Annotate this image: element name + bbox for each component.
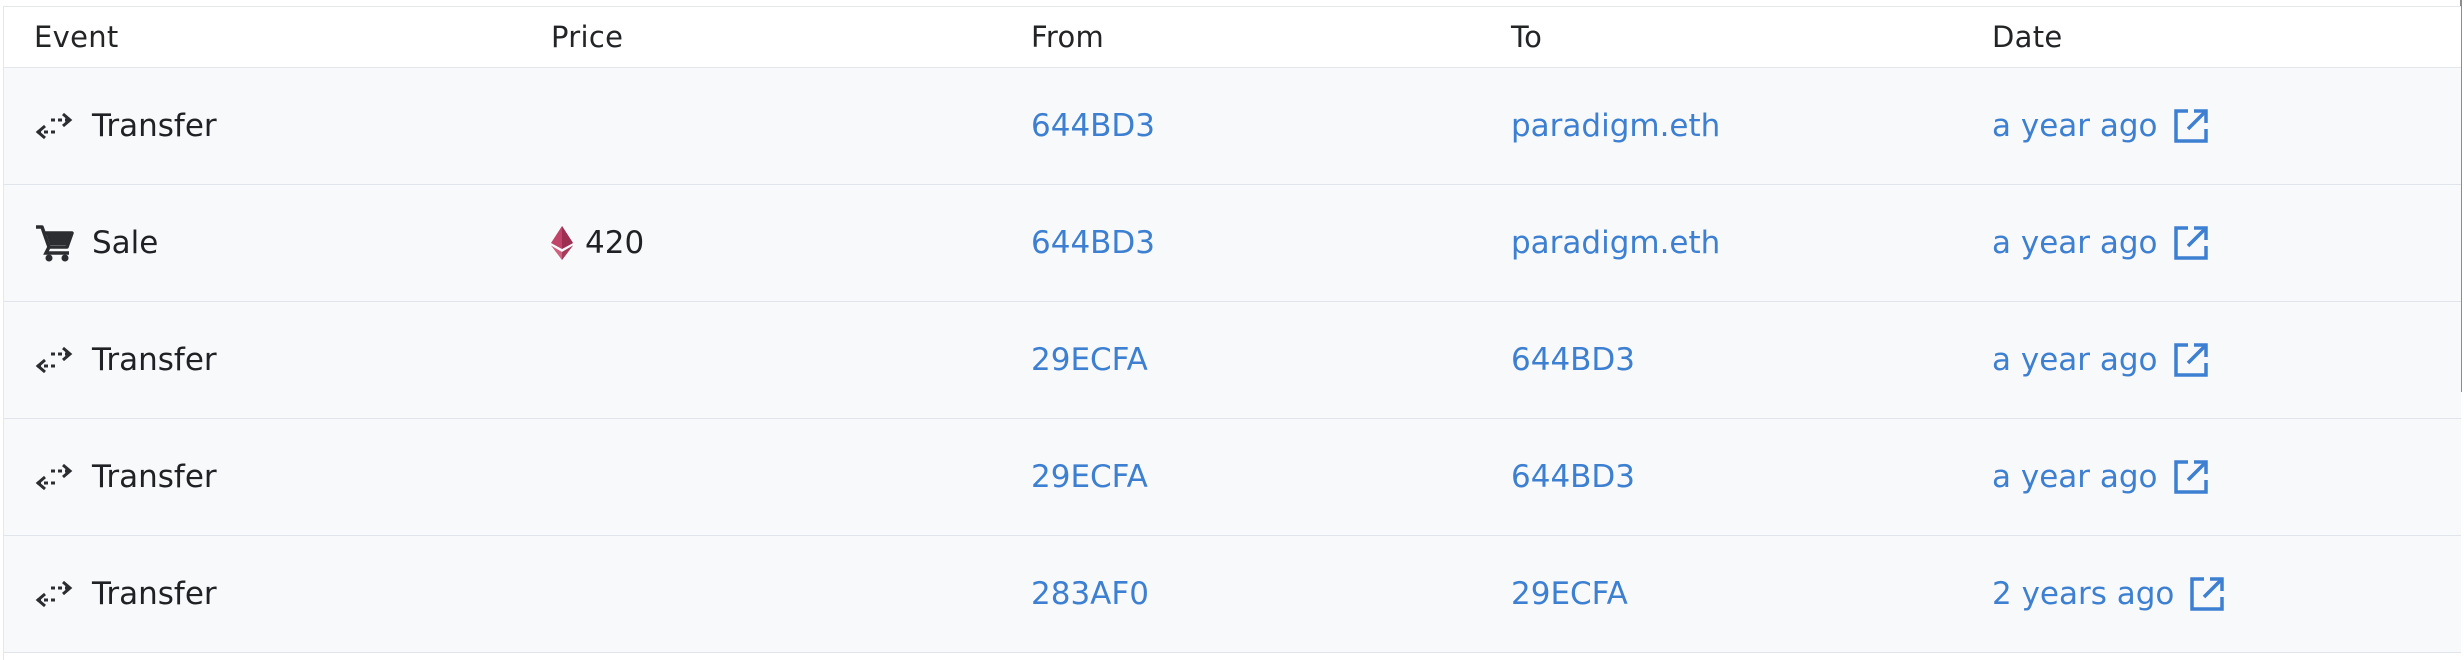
column-header-event[interactable]: Event xyxy=(34,7,119,67)
date-link[interactable]: a year ago xyxy=(1992,342,2158,378)
from-cell: 644BD3 xyxy=(1031,68,1155,184)
from-address-link[interactable]: 29ECFA xyxy=(1031,459,1148,495)
ethereum-icon xyxy=(551,226,573,260)
external-link-icon[interactable] xyxy=(2172,107,2210,145)
event-label: Transfer xyxy=(92,459,217,495)
to-cell: paradigm.eth xyxy=(1511,68,1720,184)
to-cell: paradigm.eth xyxy=(1511,185,1720,301)
transfer-icon xyxy=(34,110,74,142)
date-link[interactable]: a year ago xyxy=(1992,225,2158,261)
transfer-icon xyxy=(34,344,74,376)
transfer-icon xyxy=(34,578,74,610)
from-cell: 644BD3 xyxy=(1031,185,1155,301)
date-cell: a year ago xyxy=(1992,68,2210,184)
transfer-icon xyxy=(34,461,74,493)
column-header-price[interactable]: Price xyxy=(551,7,623,67)
external-link-icon[interactable] xyxy=(2172,458,2210,496)
table-row: Transfer 283AF0 29ECFA 2 years ago xyxy=(4,536,2461,653)
event-cell: Transfer xyxy=(34,302,217,418)
price-cell: 420 xyxy=(551,185,644,301)
to-cell: 644BD3 xyxy=(1511,302,1635,418)
from-address-link[interactable]: 644BD3 xyxy=(1031,108,1155,144)
event-cell: Sale xyxy=(34,185,158,301)
date-cell: a year ago xyxy=(1992,419,2210,535)
column-header-to[interactable]: To xyxy=(1511,7,1542,67)
table-header: Event Price From To Date xyxy=(4,7,2461,68)
table-row: Transfer 29ECFA 644BD3 a year ago xyxy=(4,302,2461,419)
external-link-icon[interactable] xyxy=(2188,575,2226,613)
column-header-from[interactable]: From xyxy=(1031,7,1104,67)
date-link[interactable]: 2 years ago xyxy=(1992,576,2174,612)
to-address-link[interactable]: paradigm.eth xyxy=(1511,225,1720,261)
date-cell: a year ago xyxy=(1992,185,2210,301)
column-header-date[interactable]: Date xyxy=(1992,7,2063,67)
external-link-icon[interactable] xyxy=(2172,341,2210,379)
table-row: Transfer 29ECFA 644BD3 a year ago xyxy=(4,419,2461,536)
cart-icon xyxy=(34,223,74,263)
from-cell: 29ECFA xyxy=(1031,302,1148,418)
date-cell: a year ago xyxy=(1992,302,2210,418)
to-cell: 644BD3 xyxy=(1511,419,1635,535)
from-address-link[interactable]: 29ECFA xyxy=(1031,342,1148,378)
price-value: 420 xyxy=(585,225,645,261)
from-address-link[interactable]: 283AF0 xyxy=(1031,576,1149,612)
event-label: Sale xyxy=(92,225,159,261)
to-cell: 29ECFA xyxy=(1511,536,1628,652)
from-address-link[interactable]: 644BD3 xyxy=(1031,225,1155,261)
to-address-link[interactable]: 29ECFA xyxy=(1511,576,1628,612)
event-label: Transfer xyxy=(92,342,217,378)
external-link-icon[interactable] xyxy=(2172,224,2210,262)
activity-table: Event Price From To Date Transfer 644BD3 xyxy=(3,6,2461,660)
table-row: Sale 420 644BD3 paradigm.eth a year ago xyxy=(4,185,2461,302)
event-cell: Transfer xyxy=(34,419,217,535)
from-cell: 283AF0 xyxy=(1031,536,1149,652)
to-address-link[interactable]: 644BD3 xyxy=(1511,459,1635,495)
date-cell: 2 years ago xyxy=(1992,536,2226,652)
event-cell: Transfer xyxy=(34,536,217,652)
to-address-link[interactable]: 644BD3 xyxy=(1511,342,1635,378)
event-cell: Transfer xyxy=(34,68,217,184)
date-link[interactable]: a year ago xyxy=(1992,459,2158,495)
table-row: Transfer 644BD3 paradigm.eth a year ago xyxy=(4,68,2461,185)
date-link[interactable]: a year ago xyxy=(1992,108,2158,144)
to-address-link[interactable]: paradigm.eth xyxy=(1511,108,1720,144)
event-label: Transfer xyxy=(92,576,217,612)
from-cell: 29ECFA xyxy=(1031,419,1148,535)
event-label: Transfer xyxy=(92,108,217,144)
